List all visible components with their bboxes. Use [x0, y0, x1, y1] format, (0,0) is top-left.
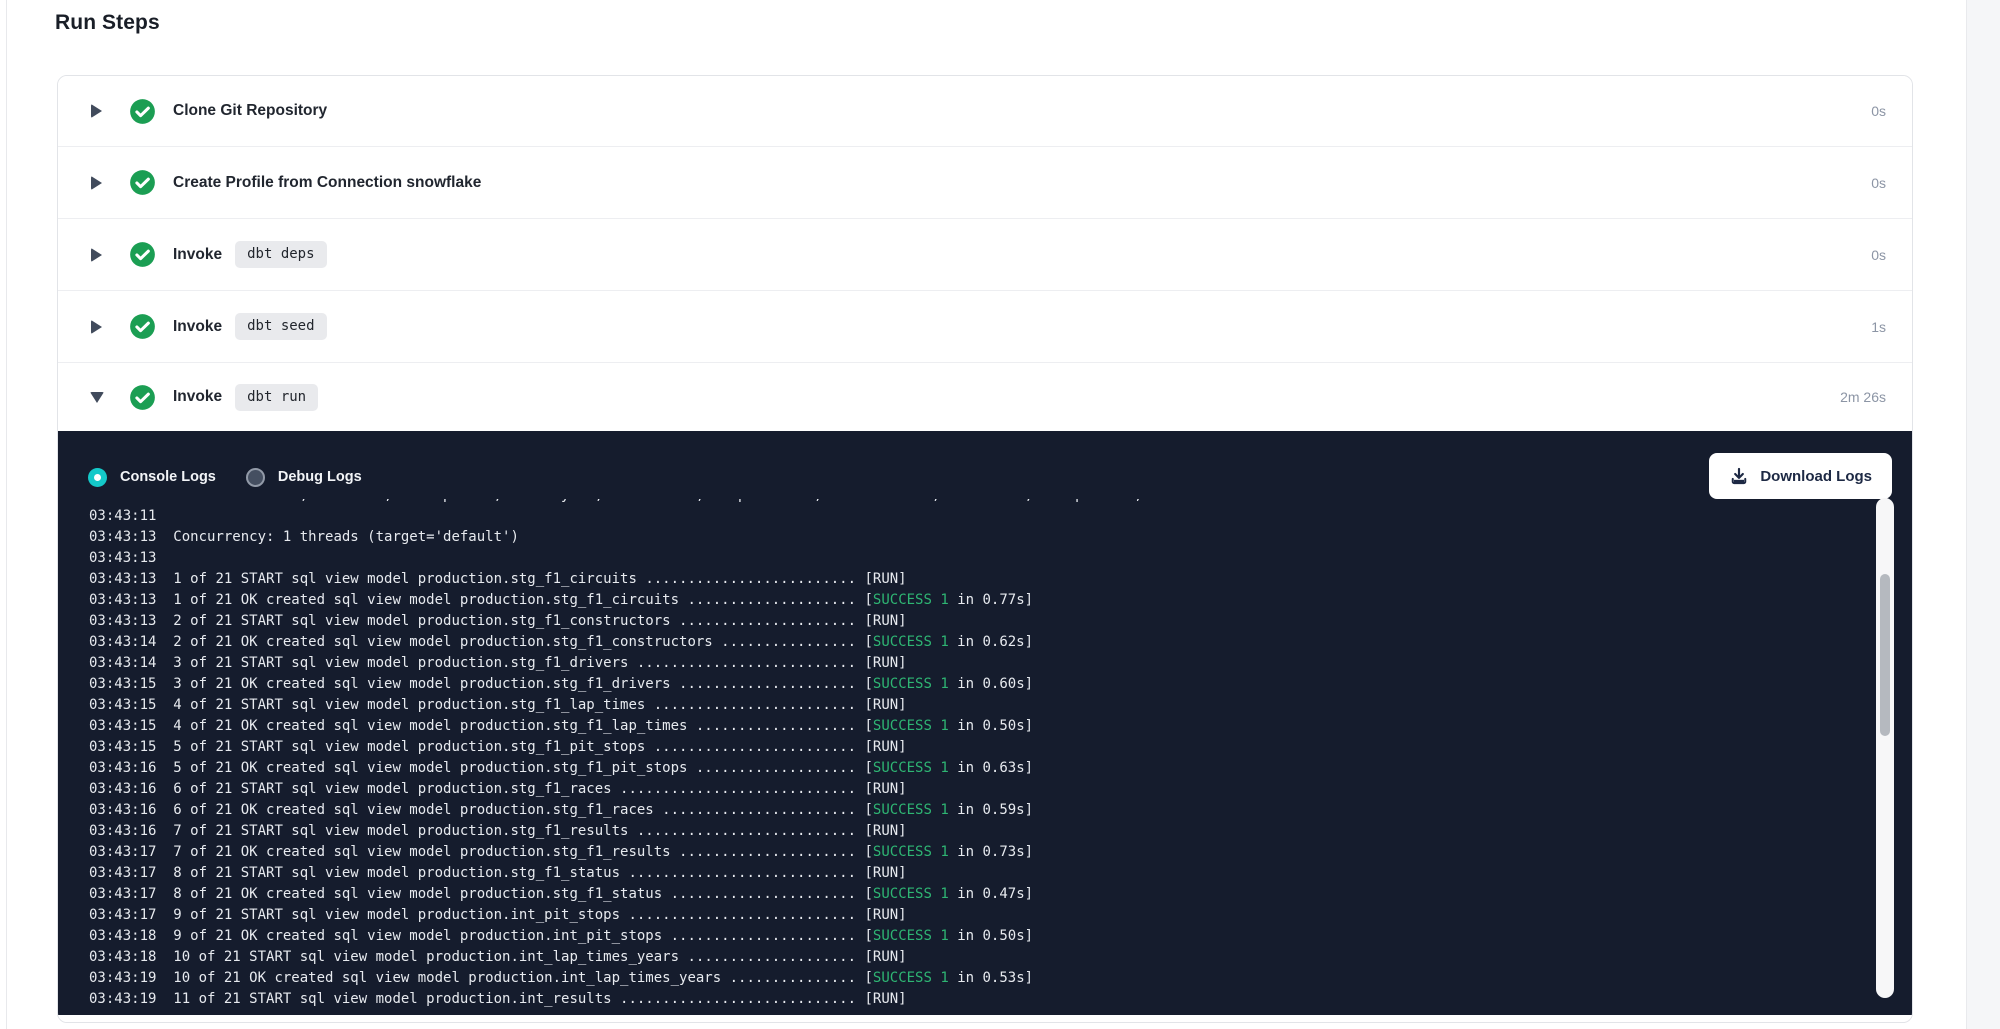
- step-row[interactable]: Invoke dbt seed 1s: [58, 291, 1912, 363]
- command-chip: dbt seed: [235, 313, 326, 340]
- caret-down-icon[interactable]: [89, 390, 104, 405]
- log-line: 03:43:14 2 of 21 OK created sql view mod…: [89, 632, 1822, 653]
- step-label: Create Profile from Connection snowflake: [173, 174, 481, 192]
- console-panel: Console Logs Debug Logs Download Logs 03…: [58, 431, 1912, 1015]
- step-label: Clone Git Repository: [173, 102, 327, 120]
- command-chip: dbt run: [235, 384, 318, 411]
- log-viewport[interactable]: 03:43:11 Found 21 models, 17 tests, 0 sn…: [89, 499, 1822, 1015]
- run-steps-card: Clone Git Repository0sCreate Profile fro…: [57, 75, 1913, 1023]
- log-line: 03:43:17 8 of 21 OK created sql view mod…: [89, 884, 1822, 905]
- radio-debug-logs[interactable]: Debug Logs: [246, 468, 362, 487]
- log-line: 03:43:15 4 of 21 OK created sql view mod…: [89, 716, 1822, 737]
- log-line: 03:43:18 10 of 21 START sql view model p…: [89, 947, 1822, 968]
- log-line: 03:43:17 9 of 21 START sql view model pr…: [89, 905, 1822, 926]
- log-line: 03:43:14 3 of 21 START sql view model pr…: [89, 653, 1822, 674]
- caret-right-icon[interactable]: [89, 175, 104, 190]
- log-line: 03:43:16 5 of 21 OK created sql view mod…: [89, 758, 1822, 779]
- scrollbar-thumb[interactable]: [1880, 574, 1890, 736]
- page-title: Run Steps: [55, 11, 160, 35]
- step-label: Invoke: [173, 246, 222, 264]
- log-line: 03:43:16 7 of 21 START sql view model pr…: [89, 821, 1822, 842]
- log-line: 03:43:13: [89, 548, 1822, 569]
- log-line: 03:43:19 10 of 21 OK created sql view mo…: [89, 968, 1822, 989]
- check-circle-icon: [129, 169, 156, 196]
- log-line: 03:43:13 1 of 21 OK created sql view mod…: [89, 590, 1822, 611]
- step-duration: 0s: [1871, 103, 1886, 119]
- step-label: Invoke: [173, 318, 222, 336]
- step-row[interactable]: Clone Git Repository 0s: [58, 76, 1912, 147]
- log-line: 03:43:11 Found 21 models, 17 tests, 0 sn…: [89, 499, 1822, 506]
- check-circle-icon: [129, 384, 156, 411]
- right-gutter: [1966, 0, 2000, 1029]
- log-line: 03:43:16 6 of 21 OK created sql view mod…: [89, 800, 1822, 821]
- check-circle-icon: [129, 313, 156, 340]
- log-line: 03:43:17 8 of 21 START sql view model pr…: [89, 863, 1822, 884]
- download-logs-button[interactable]: Download Logs: [1709, 453, 1892, 499]
- radio-unselected-icon[interactable]: [246, 468, 265, 487]
- step-duration: 2m 26s: [1840, 389, 1886, 405]
- log-line: 03:43:16 6 of 21 START sql view model pr…: [89, 779, 1822, 800]
- step-duration: 1s: [1871, 319, 1886, 335]
- log-line: 03:43:18 9 of 21 OK created sql view mod…: [89, 926, 1822, 947]
- radio-console-logs-label: Console Logs: [120, 469, 216, 485]
- caret-right-icon[interactable]: [89, 104, 104, 119]
- check-circle-icon: [129, 241, 156, 268]
- scrollbar-track[interactable]: [1876, 498, 1894, 998]
- log-line: 03:43:13 1 of 21 START sql view model pr…: [89, 569, 1822, 590]
- log-line: 03:43:17 7 of 21 OK created sql view mod…: [89, 842, 1822, 863]
- log-type-radio-group: Console Logs Debug Logs: [88, 467, 362, 487]
- download-logs-label: Download Logs: [1760, 468, 1872, 485]
- step-row[interactable]: Invoke dbt run 2m 26s: [58, 363, 1912, 431]
- log-line: 03:43:13 Concurrency: 1 threads (target=…: [89, 527, 1822, 548]
- step-label: Invoke: [173, 388, 222, 406]
- step-row[interactable]: Invoke dbt deps 0s: [58, 219, 1912, 291]
- log-line: 03:43:15 5 of 21 START sql view model pr…: [89, 737, 1822, 758]
- log-line: 03:43:11: [89, 506, 1822, 527]
- step-duration: 0s: [1871, 175, 1886, 191]
- download-icon: [1729, 466, 1749, 486]
- radio-selected-icon[interactable]: [88, 468, 107, 487]
- log-content: 03:43:11 Found 21 models, 17 tests, 0 sn…: [89, 499, 1822, 1010]
- log-line: 03:43:15 4 of 21 START sql view model pr…: [89, 695, 1822, 716]
- radio-console-logs[interactable]: Console Logs: [88, 468, 216, 487]
- caret-right-icon[interactable]: [89, 319, 104, 334]
- caret-right-icon[interactable]: [89, 247, 104, 262]
- content-left-rule: [6, 0, 7, 1029]
- check-circle-icon: [129, 98, 156, 125]
- log-line: 03:43:19 11 of 21 START sql view model p…: [89, 989, 1822, 1010]
- step-duration: 0s: [1871, 247, 1886, 263]
- command-chip: dbt deps: [235, 241, 326, 268]
- card-footer: [58, 1015, 1912, 1022]
- step-row[interactable]: Create Profile from Connection snowflake…: [58, 147, 1912, 219]
- log-line: 03:43:15 3 of 21 OK created sql view mod…: [89, 674, 1822, 695]
- log-line: 03:43:13 2 of 21 START sql view model pr…: [89, 611, 1822, 632]
- radio-debug-logs-label: Debug Logs: [278, 469, 362, 485]
